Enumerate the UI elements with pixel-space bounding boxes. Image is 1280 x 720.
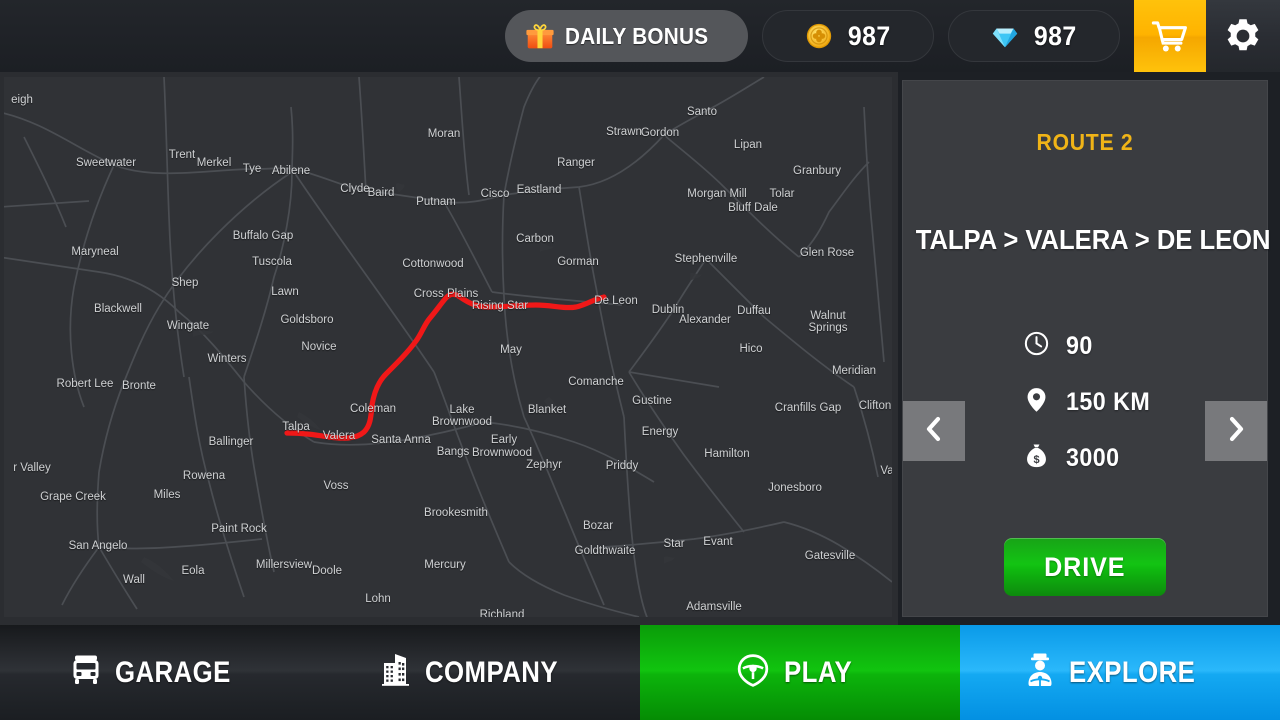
drive-button[interactable]: DRIVE [1004, 538, 1166, 596]
game-screen: DAILY BONUS 987 987 eigh Sweetwater Tren… [0, 0, 1280, 720]
nav-label-play: PLAY [784, 655, 853, 689]
settings-button[interactable] [1206, 0, 1280, 72]
route-info-panel: ROUTE 2 TALPA > VALERA > DE LEON 90 150 … [902, 80, 1271, 617]
diamond-icon [990, 21, 1020, 51]
coin-icon [804, 21, 834, 51]
gift-icon [525, 21, 555, 51]
driver-icon [1025, 653, 1055, 692]
gear-icon [1223, 16, 1263, 56]
map-container[interactable]: eigh Sweetwater Trent Merkel Tye Abilene Clyde… [0, 72, 898, 625]
gems-display[interactable]: 987 [948, 10, 1120, 62]
gems-value: 987 [1033, 20, 1077, 51]
svg-text:$: $ [1033, 454, 1039, 466]
nav-item-company[interactable]: COMPANY [320, 625, 640, 720]
daily-bonus-label: DAILY BONUS [564, 22, 709, 49]
map-canvas[interactable]: eigh Sweetwater Trent Merkel Tye Abilene Clyde… [4, 77, 892, 617]
nav-item-play[interactable]: PLAY [640, 625, 960, 720]
nav-label-explore: EXPLORE [1068, 655, 1195, 689]
drive-button-label: DRIVE [1044, 551, 1126, 582]
route-time-value: 90 [1066, 331, 1093, 360]
bottom-navigation: GARAGE COMPANY PLAY EXPLORE [0, 625, 1280, 720]
bus-icon [71, 654, 101, 691]
top-bar: DAILY BONUS 987 987 [0, 0, 1280, 72]
nav-label-garage: GARAGE [114, 655, 231, 689]
steering-wheel-icon [736, 653, 770, 692]
route-reward-value: 3000 [1066, 443, 1120, 472]
map-roads [4, 77, 892, 617]
office-building-icon [381, 654, 411, 691]
chevron-left-icon [921, 414, 947, 449]
map-pin-icon [1023, 386, 1050, 418]
nav-label-company: COMPANY [424, 655, 558, 689]
shop-cart-button[interactable] [1134, 0, 1206, 72]
next-route-button[interactable] [1205, 401, 1267, 461]
route-name: TALPA > VALERA > DE LEON [915, 224, 1271, 255]
route-path [284, 291, 607, 441]
coins-display[interactable]: 987 [762, 10, 934, 62]
nav-item-garage[interactable]: GARAGE [0, 625, 320, 720]
route-distance-value: 150 KM [1066, 387, 1151, 416]
route-time-stat: 90 [1023, 318, 1267, 374]
clock-icon [1023, 330, 1050, 362]
chevron-right-icon [1223, 414, 1249, 449]
route-title: ROUTE 2 [1036, 129, 1134, 155]
nav-item-explore[interactable]: EXPLORE [960, 625, 1280, 720]
previous-route-button[interactable] [903, 401, 965, 461]
daily-bonus-button[interactable]: DAILY BONUS [504, 10, 748, 62]
shopping-cart-icon [1151, 17, 1189, 55]
coins-value: 987 [847, 20, 891, 51]
money-bag-icon: $ [1023, 442, 1050, 474]
